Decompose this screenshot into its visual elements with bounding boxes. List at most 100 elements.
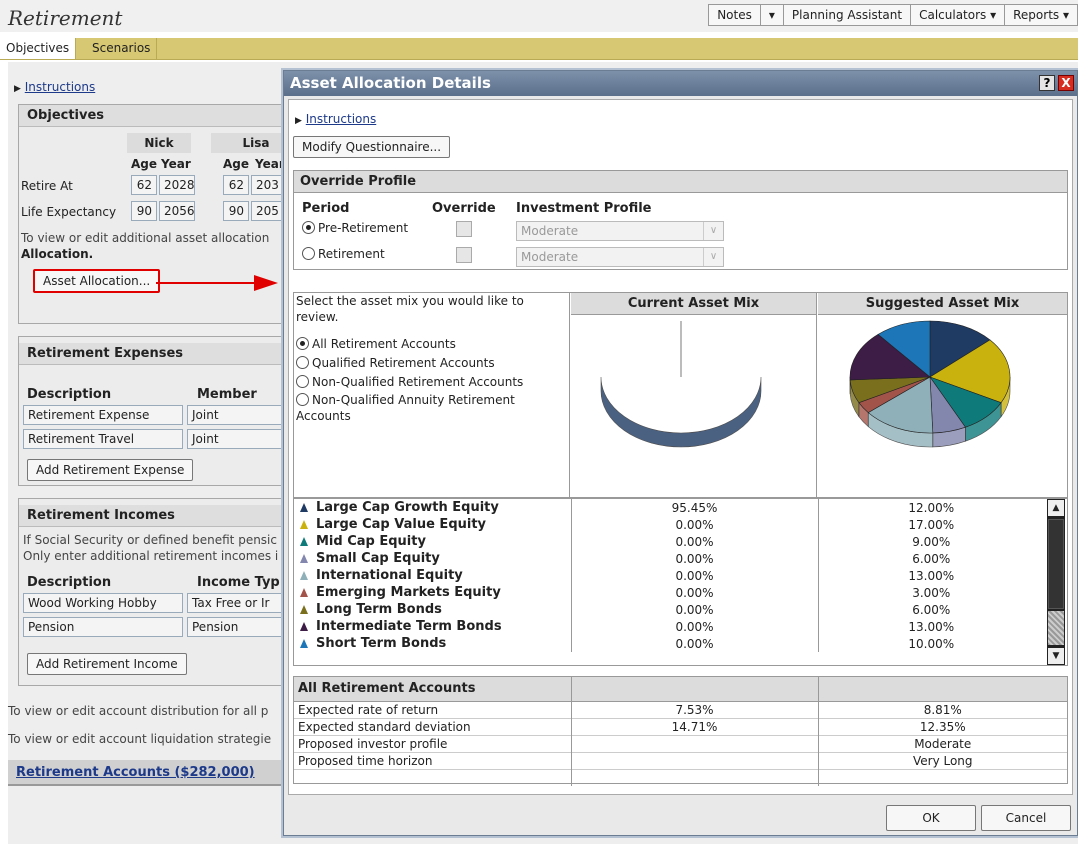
mix-option-all[interactable]: All Retirement Accounts <box>296 335 567 354</box>
summary-label: Expected rate of return <box>294 701 572 718</box>
summary-current <box>571 752 819 769</box>
add-retirement-expense-button[interactable]: Add Retirement Expense <box>27 459 194 481</box>
radio-unselected-icon[interactable] <box>302 247 315 260</box>
close-icon[interactable]: X <box>1058 75 1074 91</box>
tab-scenarios[interactable]: Scenarios <box>86 38 158 59</box>
asset-color-icon <box>300 588 308 597</box>
asset-color-icon <box>300 571 308 580</box>
radio-selected-icon[interactable] <box>296 337 309 350</box>
life-year-lisa[interactable]: 205 <box>251 201 287 221</box>
dialog-instructions-toggle[interactable]: ▶ Instructions <box>295 112 376 126</box>
mix-option-label: Non-Qualified Retirement Accounts <box>312 375 524 389</box>
asset-name-cell: Long Term Bonds <box>294 601 572 618</box>
radio-unselected-icon[interactable] <box>296 375 309 388</box>
retirement-accounts-link[interactable]: Retirement Accounts ($282,000) <box>16 765 255 780</box>
col-description: Description <box>27 387 112 402</box>
asset-name: Long Term Bonds <box>316 602 442 617</box>
radio-unselected-icon[interactable] <box>296 356 309 369</box>
override-checkbox[interactable] <box>456 221 472 237</box>
retire-age-nick[interactable]: 62 <box>131 175 157 195</box>
modify-questionnaire-button[interactable]: Modify Questionnaire... <box>293 136 451 158</box>
asset-color-icon <box>300 605 308 614</box>
asset-current: 0.00% <box>571 516 819 533</box>
income-description[interactable]: Pension <box>23 617 183 637</box>
menu-planning-assistant[interactable]: Planning Assistant <box>782 5 910 25</box>
mix-option-annuity[interactable]: Non-Qualified Annuity Retirement Account… <box>296 392 567 424</box>
asset-color-icon <box>300 520 308 529</box>
scroll-up-icon[interactable]: ▲ <box>1048 500 1064 516</box>
summary-row: Expected rate of return 7.53% 8.81% <box>294 701 1067 718</box>
asset-mix-section: Select the asset mix you would like to r… <box>293 292 1068 498</box>
asset-row: Large Cap Growth Equity 95.45% 12.00% <box>294 499 1044 516</box>
table-scrollbar[interactable]: ▲ ▼ <box>1047 499 1065 665</box>
summary-current: 7.53% <box>571 701 819 718</box>
incomes-header: Retirement Incomes <box>19 505 297 527</box>
asset-name: Mid Cap Equity <box>316 534 426 549</box>
menu-notes[interactable]: Notes <box>709 5 760 25</box>
summary-current: 14.71% <box>571 718 819 735</box>
radio-selected-icon[interactable] <box>302 221 315 234</box>
menu-notes-dropdown[interactable]: ▾ <box>759 5 783 25</box>
current-mix-pie-chart <box>600 321 762 448</box>
expense-description[interactable]: Retirement Travel <box>23 429 183 449</box>
income-description[interactable]: Wood Working Hobby <box>23 593 183 613</box>
expense-member[interactable]: Joint <box>187 405 287 425</box>
retire-year-lisa[interactable]: 203 <box>251 175 287 195</box>
asset-name: Emerging Markets Equity <box>316 585 501 600</box>
scroll-down-icon[interactable]: ▼ <box>1048 648 1064 664</box>
add-retirement-income-button[interactable]: Add Retirement Income <box>27 653 187 675</box>
mix-option-label: All Retirement Accounts <box>312 337 456 351</box>
mix-option-label: Qualified Retirement Accounts <box>312 356 495 370</box>
radio-unselected-icon[interactable] <box>296 393 309 406</box>
mix-option-qualified[interactable]: Qualified Retirement Accounts <box>296 354 567 373</box>
summary-suggested: Very Long <box>912 753 973 768</box>
instructions-toggle[interactable]: ▶ Instructions <box>14 80 95 94</box>
instructions-link[interactable]: Instructions <box>25 80 95 94</box>
override-checkbox[interactable] <box>456 247 472 263</box>
summary-label: Proposed investor profile <box>294 735 572 752</box>
asset-color-icon <box>300 639 308 648</box>
liquidation-note: To view or edit account liquidation stra… <box>8 732 272 746</box>
col-income-type: Income Typ <box>197 575 280 590</box>
period-pre-retirement[interactable]: Pre-Retirement <box>302 221 408 235</box>
dialog-instructions-link[interactable]: Instructions <box>306 112 376 126</box>
col-year: Year <box>161 157 191 171</box>
suggested-mix-pie-chart <box>849 320 1011 448</box>
override-profile-section: Override Profile Period Override Investm… <box>293 170 1068 270</box>
asset-current: 95.45% <box>571 499 819 516</box>
mix-selector: Select the asset mix you would like to r… <box>294 293 570 497</box>
income-type[interactable]: Pension <box>187 617 287 637</box>
expense-description[interactable]: Retirement Expense <box>23 405 183 425</box>
asset-row: Short Term Bonds 0.00% 10.00% <box>294 635 1044 652</box>
retire-age-lisa[interactable]: 62 <box>223 175 249 195</box>
income-type[interactable]: Tax Free or Ir <box>187 593 287 613</box>
investment-profile-select[interactable]: Moderate ∨ <box>516 221 724 241</box>
life-year-nick[interactable]: 2056 <box>159 201 195 221</box>
asset-name-cell: Intermediate Term Bonds <box>294 618 572 635</box>
asset-row: Mid Cap Equity 0.00% 9.00% <box>294 533 1044 550</box>
incomes-note: If Social Security or defined benefit pe… <box>23 533 277 547</box>
expense-member[interactable]: Joint <box>187 429 287 449</box>
menu-reports[interactable]: Reports ▾ <box>1004 5 1077 25</box>
help-icon[interactable]: ? <box>1039 75 1055 91</box>
cancel-button[interactable]: Cancel <box>981 805 1071 831</box>
investment-profile-select[interactable]: Moderate ∨ <box>516 247 724 267</box>
summary-section: All Retirement Accounts Expected rate of… <box>293 676 1068 786</box>
scroll-track[interactable] <box>1048 611 1064 645</box>
dialog-title: Asset Allocation Details <box>290 74 491 92</box>
retire-year-nick[interactable]: 2028 <box>159 175 195 195</box>
summary-current <box>571 735 819 752</box>
life-age-lisa[interactable]: 90 <box>223 201 249 221</box>
life-age-nick[interactable]: 90 <box>131 201 157 221</box>
summary-row: Proposed investor profile Moderate <box>294 735 1067 752</box>
mix-option-non-qualified[interactable]: Non-Qualified Retirement Accounts <box>296 373 567 392</box>
menu-calculators[interactable]: Calculators ▾ <box>910 5 1004 25</box>
dialog-title-bar[interactable]: Asset Allocation Details ? X <box>284 71 1077 96</box>
ok-button[interactable]: OK <box>886 805 976 831</box>
tab-objectives[interactable]: Objectives <box>0 38 77 59</box>
scroll-thumb[interactable] <box>1048 519 1064 609</box>
member-nick: Nick <box>127 133 191 153</box>
period-retirement[interactable]: Retirement <box>302 247 385 261</box>
asset-allocation-button[interactable]: Asset Allocation... <box>33 269 161 293</box>
asset-color-icon <box>300 622 308 631</box>
